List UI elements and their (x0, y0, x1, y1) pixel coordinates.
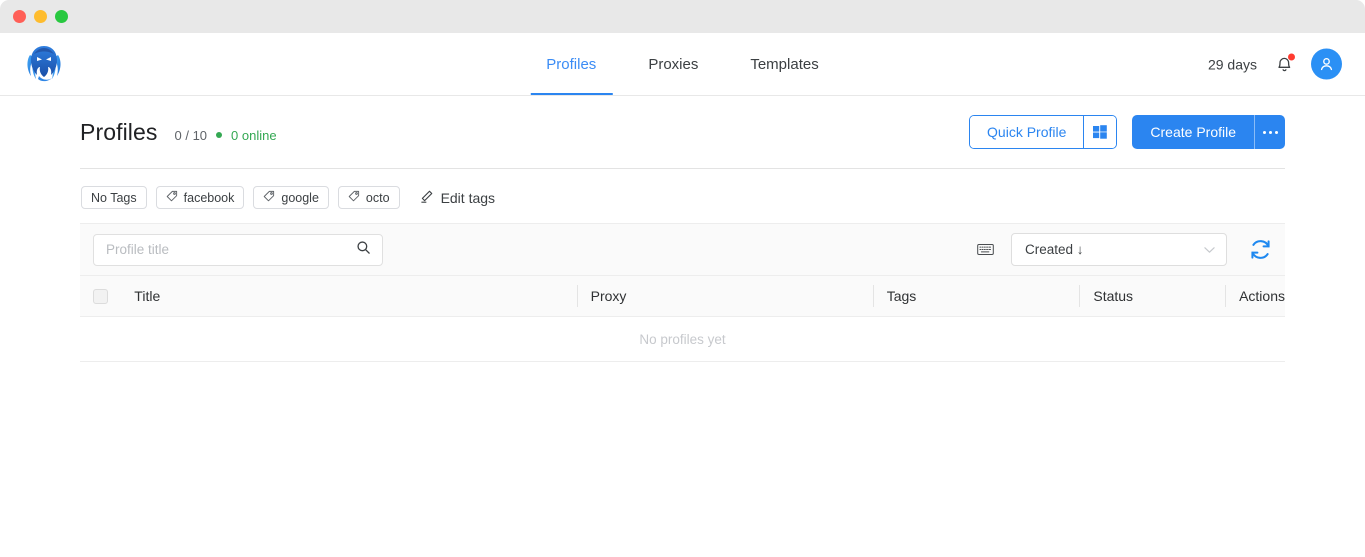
profile-count-online: 0 online (231, 127, 277, 143)
page-header-actions: Quick Profile Create Profile (969, 115, 1285, 149)
refresh-icon[interactable] (1244, 237, 1273, 262)
tab-proxies-label: Proxies (648, 55, 699, 73)
tab-templates-label: Templates (750, 55, 819, 73)
top-navigation-bar: Profiles Proxies Templates 29 days (0, 33, 1365, 96)
sort-select-value: Created ↓ (1025, 242, 1084, 257)
keyboard-icon[interactable] (977, 243, 994, 256)
select-all-cell (80, 276, 120, 316)
column-header-tags[interactable]: Tags (872, 276, 1080, 316)
chevron-down-icon (1204, 242, 1215, 257)
tag-chip-no-tags[interactable]: No Tags (81, 186, 147, 209)
sort-select[interactable]: Created ↓ (1011, 233, 1227, 266)
search-input-wrapper[interactable] (93, 233, 383, 266)
bell-icon[interactable] (1274, 53, 1295, 75)
column-header-title[interactable]: Title (120, 276, 576, 316)
create-profile-button[interactable]: Create Profile (1132, 115, 1254, 149)
column-header-status-label: Status (1093, 288, 1134, 304)
minimize-window-button[interactable] (34, 10, 47, 23)
create-profile-button-group: Create Profile (1132, 115, 1285, 149)
tag-filter-row: No Tags facebook google octo Edit tags (80, 169, 1285, 223)
empty-state-text: No profiles yet (639, 331, 726, 347)
online-status-dot (216, 132, 223, 138)
quick-profile-button-group: Quick Profile (969, 115, 1118, 149)
filter-right-group: Created ↓ (977, 233, 1273, 266)
user-avatar-icon[interactable] (1311, 48, 1342, 80)
page-title-group: Profiles 0 / 10 0 online (80, 119, 277, 146)
ellipsis-icon[interactable] (1254, 115, 1285, 149)
column-header-tags-label: Tags (886, 288, 917, 304)
trial-days-label: 29 days (1207, 56, 1257, 72)
notification-badge (1288, 53, 1295, 60)
tag-chip-octo-label: octo (365, 190, 390, 205)
edit-tags-button[interactable]: Edit tags (419, 189, 495, 207)
tag-chip-no-tags-label: No Tags (91, 190, 137, 205)
nav-right-group: 29 days (1207, 48, 1342, 80)
profile-count-total: 0 / 10 (174, 127, 208, 143)
create-profile-label: Create Profile (1150, 124, 1236, 140)
quick-profile-label: Quick Profile (987, 124, 1067, 140)
search-input[interactable] (106, 242, 356, 257)
octo-browser-logo[interactable] (23, 42, 65, 86)
tag-icon (348, 190, 360, 205)
tag-icon (263, 190, 275, 205)
tag-chip-google[interactable]: google (253, 186, 329, 209)
column-header-actions[interactable]: Actions (1225, 276, 1285, 316)
tab-proxies[interactable]: Proxies (622, 33, 724, 95)
windows-icon[interactable] (1083, 116, 1117, 148)
tag-chip-octo[interactable]: octo (337, 186, 400, 209)
column-header-proxy[interactable]: Proxy (576, 276, 873, 316)
tag-chip-google-label: google (281, 190, 319, 205)
profile-counts: 0 / 10 0 online (175, 128, 277, 143)
quick-profile-button[interactable]: Quick Profile (970, 116, 1084, 148)
tag-chip-facebook-label: facebook (183, 190, 235, 205)
edit-tags-label: Edit tags (440, 189, 496, 206)
tab-profiles[interactable]: Profiles (520, 33, 622, 95)
traffic-lights (13, 10, 68, 23)
empty-state-row: No profiles yet (80, 317, 1285, 362)
table-header-row: Title Proxy Tags Status Actions (80, 276, 1285, 317)
page-title: Profiles (80, 118, 158, 145)
primary-nav: Profiles Proxies Templates (520, 33, 844, 95)
tag-icon (166, 190, 178, 205)
pencil-icon (419, 189, 434, 207)
maximize-window-button[interactable] (55, 10, 68, 23)
column-header-actions-label: Actions (1239, 288, 1285, 304)
page-container: Profiles 0 / 10 0 online Quick Profile C… (0, 96, 1365, 362)
tab-profiles-label: Profiles (546, 55, 597, 73)
page-header: Profiles 0 / 10 0 online Quick Profile C… (80, 96, 1285, 168)
tag-chip-facebook[interactable]: facebook (155, 186, 245, 209)
column-header-proxy-label: Proxy (590, 288, 627, 304)
column-header-title-label: Title (134, 288, 161, 304)
column-header-status[interactable]: Status (1079, 276, 1225, 316)
tab-templates[interactable]: Templates (724, 33, 844, 95)
filter-toolbar: Created ↓ (80, 223, 1285, 276)
search-icon[interactable] (356, 240, 371, 260)
select-all-checkbox[interactable] (92, 288, 108, 304)
window-titlebar (0, 0, 1365, 33)
close-window-button[interactable] (13, 10, 26, 23)
